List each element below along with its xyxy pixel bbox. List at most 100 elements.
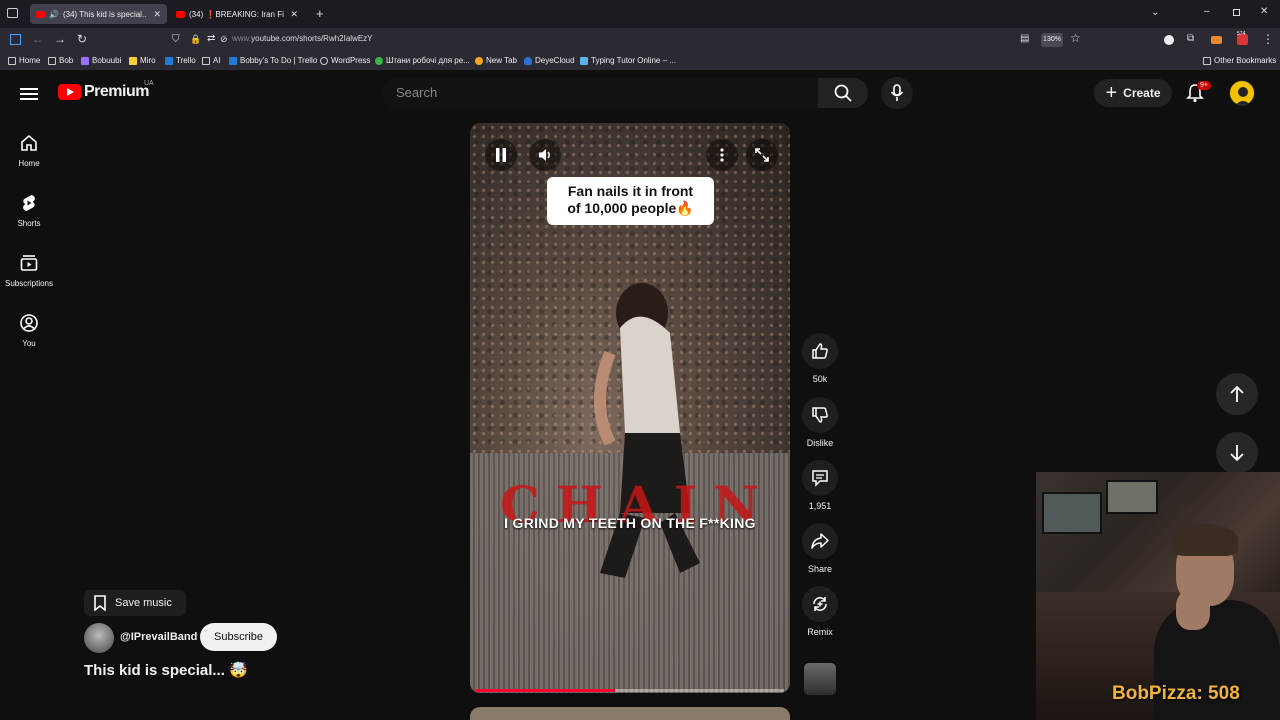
channel-avatar[interactable] — [84, 623, 114, 653]
webcam-person-hair — [1172, 524, 1238, 556]
remix-button[interactable] — [802, 586, 838, 622]
close-tab-icon[interactable]: ✕ — [290, 9, 298, 20]
app-menu-icon[interactable]: ⋮ — [1262, 32, 1274, 46]
sidebar-item-you[interactable]: You — [0, 313, 58, 348]
browser-toolbar: ← → ↻ ⛉ 🔒 ⇄ ⊘ www.youtube.com/shorts/Rwh… — [0, 28, 1280, 52]
fullscreen-button[interactable] — [746, 139, 778, 171]
comments-action[interactable]: 1,951 — [800, 460, 840, 511]
account-icon[interactable] — [1164, 35, 1174, 45]
volume-icon — [539, 149, 550, 161]
stream-overlay-label: BobPizza: 508 — [1112, 683, 1240, 704]
microphone-icon — [890, 84, 904, 101]
speaker-icon[interactable]: 🔊 — [49, 10, 59, 19]
share-button[interactable] — [802, 523, 838, 559]
reader-view-icon[interactable]: ▤ — [1020, 33, 1029, 44]
user-avatar[interactable] — [1229, 80, 1255, 106]
dislike-action[interactable]: Dislike — [800, 397, 840, 448]
sidebar-item-home[interactable]: Home — [0, 133, 58, 168]
mute-button[interactable] — [529, 139, 561, 171]
camera-blocked-icon[interactable]: ⊘ — [220, 34, 228, 45]
shield-icon[interactable]: ⛉ — [172, 34, 180, 45]
bookmark-deyecloud[interactable]: DeyeCloud — [524, 56, 575, 65]
like-count: 50k — [812, 374, 828, 384]
save-music-button[interactable]: Save music — [84, 590, 186, 616]
bookmark-todo[interactable]: Bobby's To Do | Trello — [229, 56, 317, 65]
voice-search-button[interactable] — [881, 77, 913, 109]
lock-icon[interactable]: 🔒 — [190, 34, 201, 45]
bookmark-miro[interactable]: Miro — [129, 56, 156, 65]
bookmark-ai[interactable]: AI — [202, 56, 221, 65]
minimize-icon[interactable]: – — [1204, 6, 1210, 17]
more-options-button[interactable] — [706, 139, 738, 171]
channel-name[interactable]: @IPrevailBand — [120, 631, 197, 643]
youtube-favicon-icon — [176, 10, 185, 18]
permissions-icon[interactable]: ⇄ — [207, 33, 215, 44]
home-icon — [21, 134, 37, 151]
remix-icon — [813, 597, 827, 611]
bookmark-new-tab[interactable]: New Tab — [475, 56, 517, 65]
tab-list-icon[interactable] — [7, 8, 18, 18]
youtube-logo-icon — [58, 84, 81, 100]
bookmark-pants[interactable]: Штани робочі для ре... — [375, 56, 470, 65]
reload-icon[interactable]: ↻ — [77, 32, 87, 46]
bookmark-trello[interactable]: Trello — [165, 56, 196, 65]
sidebar-item-subscriptions[interactable]: Subscriptions — [0, 253, 58, 288]
previous-short-button[interactable] — [1216, 373, 1258, 415]
arrow-up-icon — [1230, 385, 1244, 402]
close-tab-icon[interactable]: ✕ — [153, 9, 161, 20]
hamburger-menu-icon[interactable] — [20, 85, 38, 103]
sidebar-item-shorts[interactable]: Shorts — [0, 193, 58, 228]
maximize-icon[interactable] — [1233, 9, 1240, 16]
sidebar-toggle-icon[interactable] — [10, 34, 21, 45]
folder-icon — [48, 56, 56, 65]
logo-text: Premium — [84, 83, 149, 100]
comments-button[interactable] — [802, 460, 838, 496]
pause-button[interactable] — [485, 139, 517, 171]
create-button[interactable]: + Create — [1094, 79, 1172, 107]
search-input[interactable]: Search — [382, 78, 818, 108]
zoom-level[interactable]: 130% — [1041, 33, 1063, 47]
bookmark-typing-tutor[interactable]: Typing Tutor Online – ... — [580, 56, 676, 65]
caption-line-1: Fan nails it in front — [567, 183, 694, 199]
bookmark-home[interactable]: Home — [8, 56, 40, 65]
back-icon[interactable]: ← — [32, 32, 44, 46]
tab-overflow-chevron-icon[interactable]: ⌄ — [1151, 7, 1159, 18]
webcam-monitor — [1042, 492, 1102, 534]
webcam-monitor — [1106, 480, 1158, 514]
sidebar-item-label: Shorts — [17, 219, 41, 228]
share-label: Share — [807, 564, 833, 574]
next-short-preview[interactable] — [470, 707, 790, 720]
share-action[interactable]: Share — [800, 523, 840, 574]
subscribe-button[interactable]: Subscribe — [200, 623, 277, 651]
tab-inactive[interactable]: (34) ❗BREAKING: Iran Fire Mi... ✕ — [170, 4, 304, 24]
trello-icon — [165, 56, 173, 65]
next-short-button[interactable] — [1216, 432, 1258, 474]
bookmark-bob[interactable]: Bob — [48, 56, 73, 65]
search-icon — [834, 84, 852, 102]
comment-icon — [812, 470, 828, 487]
extensions-icon[interactable]: ⧉ — [1187, 33, 1194, 44]
like-action[interactable]: 50k — [800, 333, 840, 384]
close-window-icon[interactable]: ✕ — [1260, 6, 1268, 17]
other-bookmarks[interactable]: Other Bookmarks — [1203, 56, 1276, 65]
bookmark-bobuubi[interactable]: Bobuubi — [81, 56, 121, 65]
tab-active[interactable]: 🔊 (34) This kid is special... 🤯 ✕ — [30, 4, 167, 24]
search-button[interactable] — [818, 78, 868, 108]
new-tab-icon[interactable]: + — [316, 6, 324, 21]
youtube-premium-logo[interactable]: Premium UA — [58, 80, 154, 101]
folder-icon — [1203, 56, 1211, 65]
expand-icon — [755, 148, 769, 162]
thumbs-up-icon — [812, 343, 828, 359]
video-progress-bar[interactable] — [476, 689, 784, 692]
dislike-button[interactable] — [802, 397, 838, 433]
url-field[interactable]: www.youtube.com/shorts/Rwh2IalwEzY — [232, 34, 373, 43]
bookmark-star-icon[interactable]: ☆ — [1070, 31, 1081, 45]
bookmark-wordpress[interactable]: WordPress — [320, 56, 370, 65]
remix-action[interactable]: Remix — [800, 586, 840, 637]
forward-icon[interactable]: → — [54, 32, 66, 46]
shorts-video-player[interactable]: Fan nails it in front of 10,000 people🔥 … — [470, 123, 790, 693]
typing-icon — [580, 56, 588, 65]
audio-track-thumbnail[interactable] — [804, 663, 836, 695]
extension-1-icon[interactable] — [1211, 36, 1222, 44]
like-button[interactable] — [802, 333, 838, 369]
